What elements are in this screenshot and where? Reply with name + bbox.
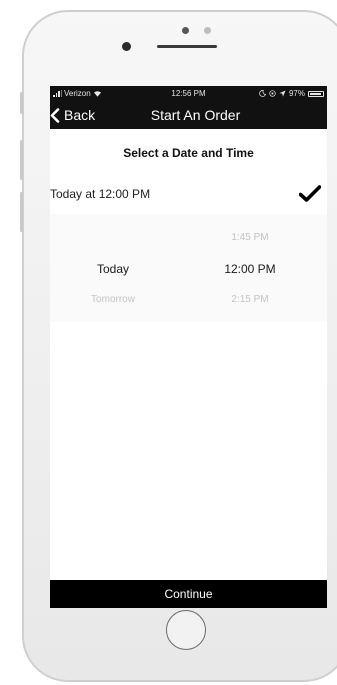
orientation-lock-icon — [269, 90, 276, 97]
picker-date-selected[interactable]: Today — [68, 262, 158, 276]
continue-button[interactable]: Continue — [50, 580, 327, 608]
datetime-picker[interactable]: 1:45 PM Today 12:00 PM Tomorrow 2:15 PM — [50, 214, 327, 322]
app-screen: Verizon 12:56 PM 97% Back Start An Order… — [50, 86, 327, 608]
volume-down-button — [20, 192, 23, 232]
status-right: 97% — [259, 89, 324, 98]
back-label: Back — [64, 107, 96, 123]
back-button[interactable]: Back — [50, 101, 95, 129]
selected-datetime-text: Today at 12:00 PM — [50, 187, 151, 201]
location-arrow-icon — [279, 90, 286, 97]
status-bar: Verizon 12:56 PM 97% — [50, 89, 327, 101]
battery-icon — [308, 90, 324, 97]
chevron-left-icon — [50, 107, 60, 123]
nav-bar: Back Start An Order — [50, 101, 327, 129]
moon-icon — [259, 90, 266, 97]
picker-time-selected[interactable]: 12:00 PM — [200, 262, 300, 276]
picker-time-previous[interactable]: 1:45 PM — [200, 232, 300, 243]
section-title: Select a Date and Time — [123, 146, 254, 160]
proximity-sensor — [182, 27, 189, 34]
picker-date-next[interactable]: Tomorrow — [68, 294, 158, 305]
earpiece-speaker — [157, 45, 217, 48]
ambient-light-sensor — [204, 27, 211, 34]
volume-up-button — [20, 140, 23, 180]
app-header: Verizon 12:56 PM 97% Back Start An Order — [50, 86, 327, 129]
home-button[interactable] — [166, 610, 206, 650]
checkmark-icon — [299, 185, 321, 202]
picker-time-next[interactable]: 2:15 PM — [200, 294, 300, 305]
selected-datetime-row[interactable]: Today at 12:00 PM — [50, 175, 327, 211]
battery-percent: 97% — [288, 89, 305, 98]
mute-switch — [20, 92, 23, 114]
front-camera — [122, 42, 131, 51]
